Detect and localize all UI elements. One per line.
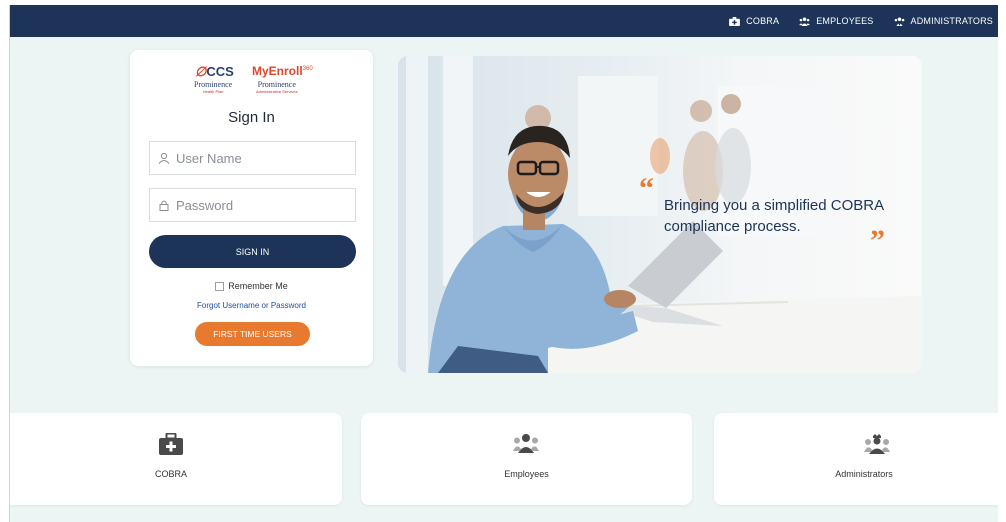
group-icon (513, 434, 539, 453)
card-administrators-label: Administrators (835, 469, 893, 479)
prominence-admin-logo: Prominence Administrative Services (256, 80, 298, 95)
first-time-users-button[interactable]: FIRST TIME USERS (195, 322, 310, 346)
nav-administrators-label: ADMINISTRATORS (910, 16, 993, 26)
card-employees[interactable]: Employees (361, 413, 692, 505)
admin-group-icon (894, 16, 904, 26)
username-field[interactable] (149, 141, 356, 175)
group-icon (799, 16, 811, 26)
admin-group-icon (864, 434, 890, 454)
medical-kit-icon (159, 433, 183, 455)
app-frame: COBRA EMPLOYEES ADMINISTRATORS ∅CCS MyEn… (9, 5, 998, 522)
card-cobra-label: COBRA (154, 469, 187, 479)
quote-close-icon: ” (870, 224, 885, 257)
hero-banner: “ Bringing you a simplified COBRA compli… (398, 56, 922, 373)
forgot-credentials-link[interactable]: Forgot Username or Password (130, 301, 373, 310)
nav-cobra-label: COBRA (746, 16, 780, 26)
card-employees-label: Employees (504, 469, 549, 479)
quote-open-icon: “ (639, 172, 654, 205)
nav-administrators[interactable]: ADMINISTRATORS (894, 16, 993, 26)
sign-in-button[interactable]: SIGN IN (149, 235, 356, 268)
nav-employees-label: EMPLOYEES (816, 16, 874, 26)
remember-me-label: Remember Me (228, 281, 288, 291)
remember-me: Remember Me (130, 281, 373, 291)
medical-kit-icon (729, 16, 741, 26)
hero-tagline: Bringing you a simplified COBRA complian… (664, 197, 884, 235)
password-input[interactable] (176, 197, 346, 213)
sign-in-title: Sign In (228, 109, 275, 126)
nav-employees[interactable]: EMPLOYEES (799, 16, 873, 26)
logo-group: ∅CCS MyEnroll360 Prominence Health Plan … (130, 64, 373, 98)
nav-cobra[interactable]: COBRA (729, 16, 779, 26)
password-field[interactable] (149, 188, 356, 222)
username-input[interactable] (176, 150, 346, 166)
top-nav-bar: COBRA EMPLOYEES ADMINISTRATORS (10, 5, 998, 37)
user-icon (158, 152, 170, 164)
myenroll-logo: MyEnroll360 (252, 64, 313, 78)
card-cobra[interactable]: COBRA (10, 413, 342, 505)
ccs-swirl-icon: ∅ (195, 64, 207, 79)
prominence-health-logo: Prominence Health Plan (194, 80, 233, 95)
lock-icon (159, 200, 169, 211)
ccs-logo: ∅CCS (195, 64, 234, 79)
card-administrators[interactable]: Administrators (714, 413, 998, 505)
remember-me-checkbox[interactable] (215, 281, 225, 291)
sign-in-card: ∅CCS MyEnroll360 Prominence Health Plan … (130, 50, 373, 366)
